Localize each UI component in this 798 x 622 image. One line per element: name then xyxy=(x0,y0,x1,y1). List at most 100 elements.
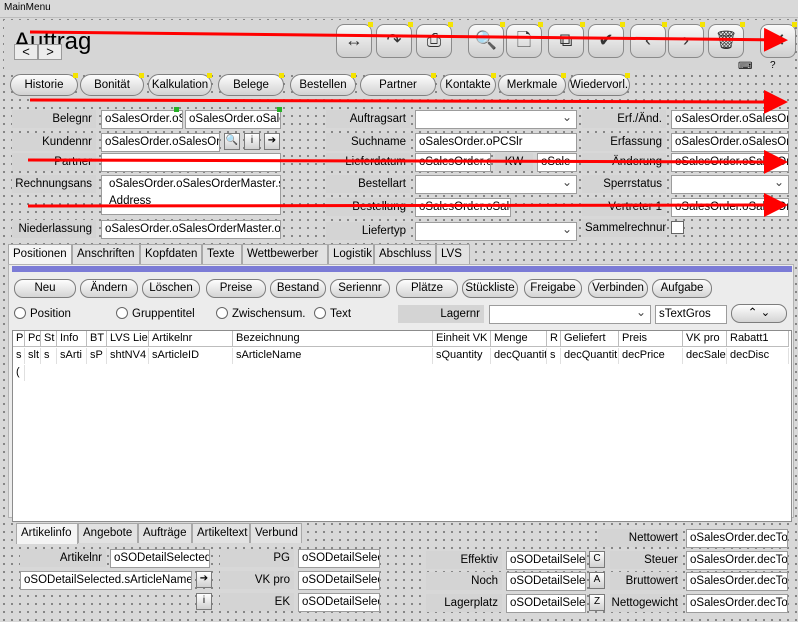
tab-logistik[interactable]: Logistik xyxy=(328,244,374,264)
tab-kopfdaten[interactable]: Kopfdaten xyxy=(140,244,202,264)
checkmark-button[interactable]: ✔ xyxy=(588,24,624,58)
grid-cell[interactable]: decPrice xyxy=(619,348,683,364)
radio-option[interactable]: Text xyxy=(314,307,351,321)
steuer-field[interactable]: oSalesOrder.decTot xyxy=(686,551,788,570)
grid-column-header[interactable]: R xyxy=(547,331,561,347)
action-9-button[interactable]: Verbinden xyxy=(588,279,648,298)
action-1-button[interactable]: Ändern xyxy=(80,279,138,298)
text-gros-field[interactable]: sTextGros xyxy=(655,305,727,324)
grid-cell[interactable]: sQuantity xyxy=(433,348,491,364)
search-button[interactable]: 🔍 xyxy=(468,24,504,58)
grid-column-header[interactable]: LVS Lie xyxy=(107,331,149,347)
chevron-right-button[interactable]: › xyxy=(668,24,704,58)
tab-wettbewerber[interactable]: Wettbewerber xyxy=(242,244,328,264)
lagerplatz-field[interactable]: oSODetailSelec xyxy=(506,594,586,613)
grid-column-header[interactable]: Menge xyxy=(491,331,547,347)
artikelnr-field[interactable]: oSODetailSelected.s xyxy=(110,549,210,568)
grid-column-header[interactable]: Preis xyxy=(619,331,683,347)
noch-field[interactable]: oSODetailSelec xyxy=(506,572,586,591)
bruttowert-field[interactable]: oSalesOrder.decTot xyxy=(686,572,788,591)
calc-a-button[interactable]: A xyxy=(589,572,605,589)
calc-c-button[interactable]: C xyxy=(589,551,605,568)
partner-field[interactable] xyxy=(101,153,281,172)
redo-button[interactable]: ↷ xyxy=(376,24,412,58)
grid-cell[interactable]: decSale xyxy=(683,348,727,364)
erf-aend-field[interactable]: oSalesOrder.oSalesOrd xyxy=(671,110,789,129)
radio-circle[interactable] xyxy=(14,307,26,319)
action-10-button[interactable]: Aufgabe xyxy=(652,279,712,298)
radio-option[interactable]: Gruppentitel xyxy=(116,307,195,321)
nav-forward-button[interactable]: > xyxy=(38,44,62,60)
liefertyp-select[interactable] xyxy=(415,222,577,241)
vkpro-field[interactable]: oSODetailSelec xyxy=(298,571,380,590)
action-0-button[interactable]: Neu xyxy=(14,279,76,298)
radio-circle[interactable] xyxy=(116,307,128,319)
top-tab-7[interactable]: Merkmale xyxy=(498,74,566,96)
action-3-button[interactable]: Preise xyxy=(206,279,266,298)
sperrstatus-select[interactable] xyxy=(671,175,789,194)
grid-cell[interactable]: s xyxy=(13,348,25,364)
aenderung-field[interactable]: oSalesOrder.oSalesOrd xyxy=(671,153,789,172)
grid-column-header[interactable]: St xyxy=(41,331,57,347)
action-8-button[interactable]: Freigabe xyxy=(524,279,582,298)
radio-circle[interactable] xyxy=(314,307,326,319)
grid-cell[interactable]: s xyxy=(41,348,57,364)
bestellung-field[interactable]: oSalesOrder.oSale xyxy=(415,198,511,217)
tab-abschluss[interactable]: Abschluss xyxy=(374,244,436,264)
ek-field[interactable]: oSODetailSelec xyxy=(298,593,380,612)
radio-circle[interactable] xyxy=(216,307,228,319)
top-tab-5[interactable]: Partner xyxy=(360,74,436,96)
action-4-button[interactable]: Bestand xyxy=(270,279,326,298)
goto-arrow-icon[interactable]: ➔ xyxy=(196,571,212,588)
nettowert-field[interactable]: oSalesOrder.decTot xyxy=(686,529,788,548)
copy-button[interactable]: ⧉ xyxy=(548,24,584,58)
top-tab-6[interactable]: Kontakte xyxy=(440,74,496,96)
effektiv-field[interactable]: oSODetailSelec xyxy=(506,551,586,570)
vertreter1-field[interactable]: oSalesOrder.oSalesOrd xyxy=(671,198,789,217)
top-tab-0[interactable]: Historie xyxy=(10,74,78,96)
grid-column-header[interactable]: Artikelnr xyxy=(149,331,233,347)
top-tab-4[interactable]: Bestellen xyxy=(290,74,356,96)
erfassung-field[interactable]: oSalesOrder.oSalesOrd xyxy=(671,133,789,152)
resize-button[interactable]: ↔ xyxy=(336,24,372,58)
bottom-tab-1[interactable]: Angebote xyxy=(78,523,138,543)
radio-option[interactable]: Zwischensum. xyxy=(216,307,306,321)
grid-column-header[interactable]: Geliefert xyxy=(561,331,619,347)
bottom-tab-4[interactable]: Verbund xyxy=(250,523,302,543)
suchname-field[interactable]: oSalesOrder.oPCSlr xyxy=(415,133,577,152)
grid-column-header[interactable]: Po xyxy=(25,331,41,347)
grid-column-header[interactable]: Rabatt1 xyxy=(727,331,789,347)
grid-cell[interactable]: sArticleID xyxy=(149,348,233,364)
action-5-button[interactable]: Seriennr xyxy=(330,279,390,298)
top-tab-1[interactable]: Bonität xyxy=(80,74,144,96)
close-button[interactable]: ✕ xyxy=(760,24,796,58)
top-tab-8[interactable]: Wiedervorl. xyxy=(568,74,630,96)
positions-grid[interactable]: Ps Po slt St s Info sArti BT sP LVS Lie shtNV4 Arti… xyxy=(12,330,792,522)
action-7-button[interactable]: Stückliste xyxy=(462,279,518,298)
grid-column-header[interactable]: Einheit VK xyxy=(433,331,491,347)
niederlassung-field[interactable]: oSalesOrder.oSalesOrderMaster.oBi xyxy=(101,220,281,239)
move-up-down-buttons[interactable]: ⌃ ⌄ xyxy=(731,304,787,323)
tab-anschriften[interactable]: Anschriften xyxy=(72,244,140,264)
kundennr-field[interactable]: oSalesOrder.oSalesOrd xyxy=(101,133,220,152)
print-button[interactable]: ⎙ xyxy=(416,24,452,58)
auftragsart-select[interactable] xyxy=(415,110,577,129)
belegnr-field-2[interactable]: oSalesOrder.oSale xyxy=(185,110,281,129)
grid-cell[interactable]: decQuantit xyxy=(561,348,619,364)
lieferdatum-field[interactable]: oSalesOrder.o xyxy=(415,153,491,172)
action-2-button[interactable]: Löschen xyxy=(142,279,200,298)
grid-cell[interactable]: shtNV4 xyxy=(107,348,149,364)
action-6-button[interactable]: Plätze xyxy=(396,279,458,298)
sammelrechnung-checkbox[interactable] xyxy=(671,221,684,234)
grid-cell[interactable]: decDisc xyxy=(727,348,789,364)
lagernr-select[interactable] xyxy=(489,305,651,324)
pg-field[interactable]: oSODetailSelec xyxy=(298,549,380,568)
grid-cell[interactable]: sP xyxy=(87,348,107,364)
tab-lvs[interactable]: LVS xyxy=(436,244,470,264)
bottom-tab-2[interactable]: Aufträge xyxy=(138,523,192,543)
belegnr-field[interactable]: oSalesOrder.oS xyxy=(101,110,183,129)
grid-cell[interactable]: slt xyxy=(25,348,41,364)
calc-z-button[interactable]: Z xyxy=(589,594,605,611)
chevron-left-button[interactable]: ‹ xyxy=(630,24,666,58)
nav-back-button[interactable]: < xyxy=(14,44,38,60)
